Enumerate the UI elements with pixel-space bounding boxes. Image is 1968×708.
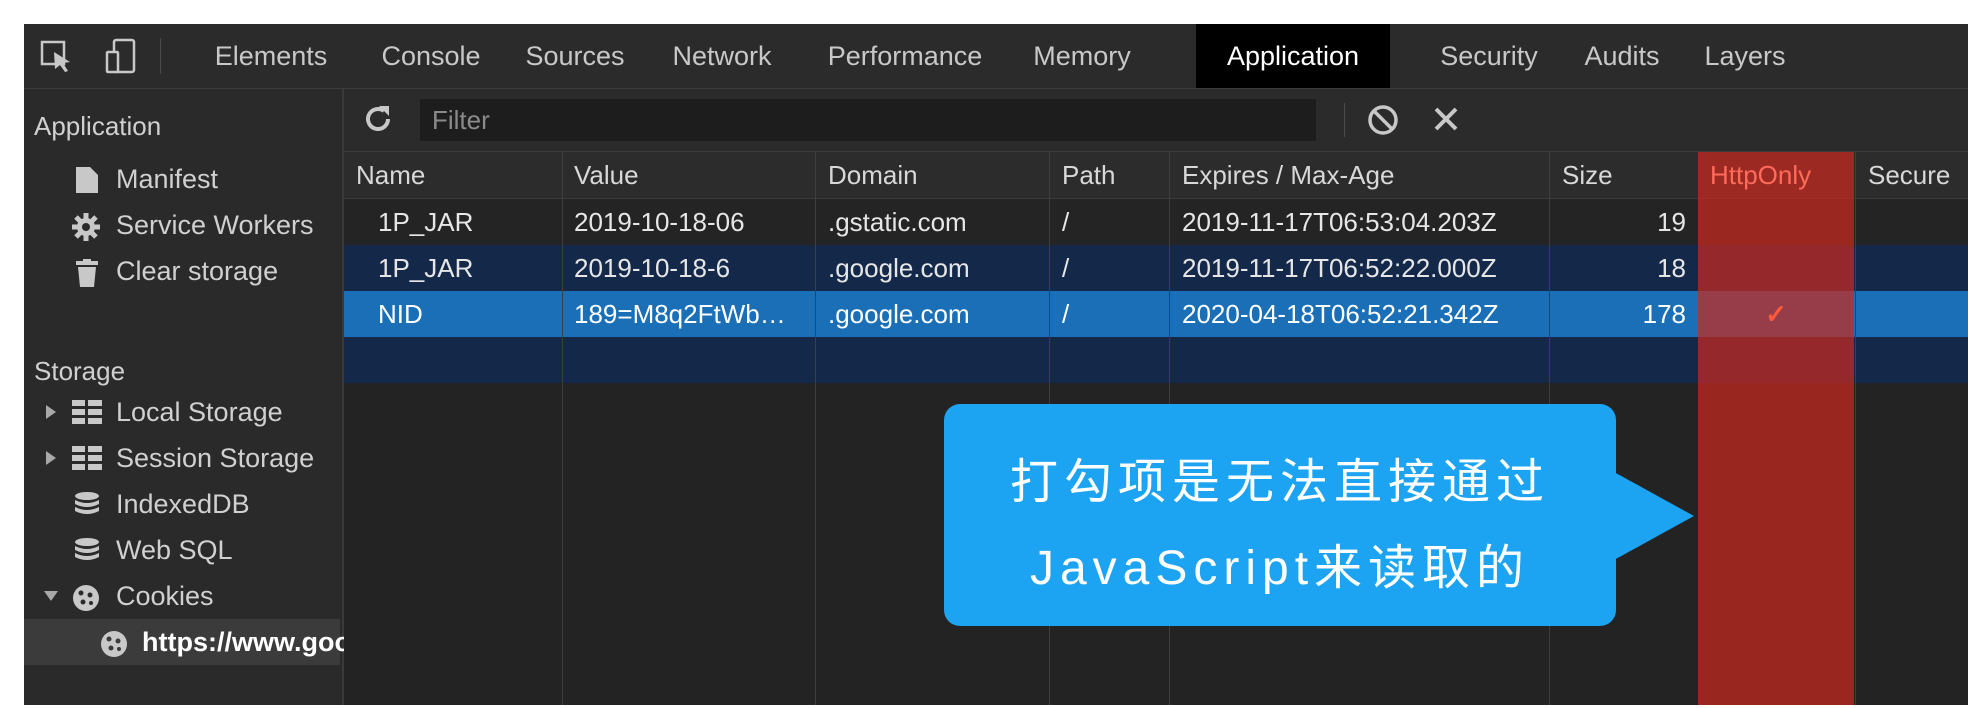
cell-name: 1P_JAR bbox=[378, 207, 474, 237]
filter-input[interactable] bbox=[420, 99, 1316, 141]
httponly-column-highlight bbox=[1698, 152, 1854, 705]
panel-tab-bar: Elements Console Sources Network Perform… bbox=[24, 24, 1968, 89]
devtools-window: Elements Console Sources Network Perform… bbox=[24, 24, 1968, 705]
toolbar-divider bbox=[160, 38, 161, 74]
sidebar-item-manifest[interactable]: Manifest bbox=[24, 156, 340, 202]
sidebar-item-indexeddb[interactable]: IndexedDB bbox=[24, 481, 340, 527]
sidebar-heading-application: Application bbox=[34, 111, 162, 141]
column-divider bbox=[815, 152, 816, 705]
sidebar-item-web-sql[interactable]: Web SQL bbox=[24, 527, 340, 573]
tab-sources[interactable]: Sources bbox=[510, 24, 640, 88]
tab-elements[interactable]: Elements bbox=[190, 24, 352, 88]
callout-text-line1: 打勾项是无法直接通过 bbox=[1009, 456, 1550, 509]
sidebar-item-label: Clear storage bbox=[116, 256, 279, 286]
column-header-value[interactable]: Value bbox=[562, 152, 814, 198]
document-icon bbox=[76, 167, 98, 193]
sidebar-heading-storage: Storage bbox=[34, 356, 126, 386]
callout-pointer bbox=[1614, 472, 1694, 560]
column-header-size[interactable]: Size bbox=[1550, 152, 1698, 198]
inspect-element-icon[interactable] bbox=[36, 36, 76, 76]
column-header-httponly[interactable]: HttpOnly bbox=[1698, 152, 1854, 198]
table-grid-icon bbox=[72, 400, 102, 424]
sidebar-item-label: Local Storage bbox=[116, 397, 283, 427]
database-icon bbox=[75, 538, 99, 560]
cell-size: 18 bbox=[1657, 253, 1686, 283]
sidebar-item-local-storage[interactable]: Local Storage bbox=[24, 389, 340, 435]
sidebar-item-service-workers[interactable]: Service Workers bbox=[24, 202, 340, 248]
column-header-name[interactable]: Name bbox=[344, 152, 562, 198]
cookie-icon bbox=[101, 631, 127, 657]
cookies-toolbar bbox=[344, 89, 1968, 152]
cell-name: 1P_JAR bbox=[378, 253, 474, 283]
cell-expires: 2020-04-18T06:52:21.342Z bbox=[1182, 299, 1499, 329]
device-toolbar-icon[interactable] bbox=[102, 36, 142, 76]
cell-value: 189=M8q2FtWb… bbox=[574, 299, 786, 329]
cell-value: 2019-10-18-06 bbox=[574, 207, 745, 237]
expand-arrow-icon[interactable] bbox=[46, 451, 58, 465]
cell-size: 19 bbox=[1657, 207, 1686, 237]
table-header-row: Name Value Domain Path Expires / Max-Age… bbox=[344, 152, 1968, 199]
httponly-check-mark: ✓ bbox=[1765, 299, 1787, 329]
sidebar-item-cookies[interactable]: Cookies bbox=[24, 573, 340, 619]
column-header-expires[interactable]: Expires / Max-Age bbox=[1170, 152, 1548, 198]
gear-icon bbox=[72, 213, 100, 241]
clear-all-icon[interactable] bbox=[1366, 103, 1400, 137]
toolbar-divider bbox=[1344, 103, 1345, 137]
column-header-path[interactable]: Path bbox=[1050, 152, 1168, 198]
sidebar-item-label: Web SQL bbox=[116, 535, 233, 565]
sidebar-item-label: Manifest bbox=[116, 164, 219, 194]
cell-expires: 2019-11-17T06:52:22.000Z bbox=[1182, 253, 1497, 283]
sidebar-item-clear-storage[interactable]: Clear storage bbox=[24, 248, 340, 294]
cookie-icon bbox=[73, 585, 99, 611]
sidebar-item-session-storage[interactable]: Session Storage bbox=[24, 435, 340, 481]
sidebar-item-label: Session Storage bbox=[116, 443, 315, 473]
sidebar-item-label: https://www.goo bbox=[142, 627, 351, 657]
cell-domain: .google.com bbox=[828, 299, 970, 329]
column-divider bbox=[562, 152, 563, 705]
column-header-domain[interactable]: Domain bbox=[816, 152, 1048, 198]
tab-security[interactable]: Security bbox=[1414, 24, 1564, 88]
cell-value: 2019-10-18-6 bbox=[574, 253, 731, 283]
tab-audits[interactable]: Audits bbox=[1568, 24, 1676, 88]
tab-application[interactable]: Application bbox=[1196, 24, 1390, 88]
sidebar-item-label: Cookies bbox=[116, 581, 214, 611]
application-sidebar: Application Manifest Service Workers Cle… bbox=[24, 89, 351, 705]
cell-path: / bbox=[1062, 207, 1070, 237]
cell-domain: .gstatic.com bbox=[828, 207, 967, 237]
cell-path: / bbox=[1062, 299, 1070, 329]
tab-performance[interactable]: Performance bbox=[812, 24, 998, 88]
cell-path: / bbox=[1062, 253, 1070, 283]
sidebar-item-label: IndexedDB bbox=[116, 489, 250, 519]
expand-arrow-icon[interactable] bbox=[46, 405, 58, 419]
column-header-secure[interactable]: Secure bbox=[1856, 152, 1968, 198]
cell-size: 178 bbox=[1642, 299, 1686, 329]
callout-text-line2: JavaScript来读取的 bbox=[1029, 542, 1531, 595]
cell-name: NID bbox=[378, 299, 423, 329]
tab-memory[interactable]: Memory bbox=[1014, 24, 1150, 88]
refresh-icon[interactable] bbox=[362, 103, 394, 135]
tab-layers[interactable]: Layers bbox=[1688, 24, 1802, 88]
annotation-callout: 打勾项是无法直接通过 JavaScript来读取的 bbox=[944, 404, 1616, 626]
trash-icon bbox=[76, 259, 98, 287]
collapse-arrow-icon[interactable] bbox=[44, 591, 58, 603]
sidebar-item-label: Service Workers bbox=[116, 210, 314, 240]
table-grid-icon bbox=[72, 446, 102, 470]
column-divider bbox=[1855, 152, 1856, 705]
cell-expires: 2019-11-17T06:53:04.203Z bbox=[1182, 207, 1497, 237]
sidebar-item-cookie-site[interactable]: https://www.goo bbox=[24, 619, 351, 665]
cell-domain: .google.com bbox=[828, 253, 970, 283]
database-icon bbox=[75, 492, 99, 514]
tab-console[interactable]: Console bbox=[366, 24, 496, 88]
delete-selected-icon[interactable] bbox=[1430, 103, 1462, 135]
tab-network[interactable]: Network bbox=[652, 24, 792, 88]
